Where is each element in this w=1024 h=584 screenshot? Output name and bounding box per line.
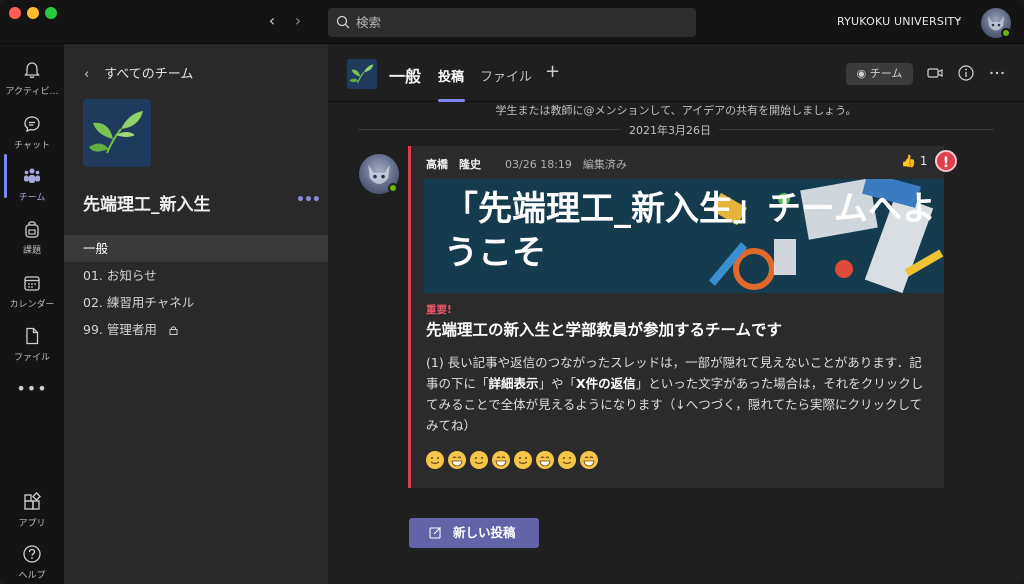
forward-arrow-icon[interactable]: › bbox=[288, 11, 308, 31]
post-author[interactable]: 高橋 隆史 bbox=[426, 156, 481, 172]
channel-label: 一般 bbox=[83, 241, 109, 256]
important-label: 重要! bbox=[426, 304, 452, 316]
channel-team-image bbox=[347, 59, 377, 89]
show-details-text: 詳細表示 bbox=[488, 376, 539, 391]
rail-label: 課題 bbox=[22, 246, 41, 256]
channel-label: 99. 管理者用 bbox=[83, 322, 157, 337]
date-label: 2021年3月26日 bbox=[621, 122, 719, 138]
presence-available-icon bbox=[388, 183, 398, 193]
rail-item-chat[interactable]: チャット bbox=[0, 106, 64, 158]
backpack-icon bbox=[25, 221, 39, 238]
search-input[interactable] bbox=[356, 8, 686, 37]
org-name[interactable]: RYUKOKU UNIVERSITY bbox=[837, 15, 961, 28]
banner-title: 「先端理工_新入生」チームへようこそ bbox=[444, 189, 936, 273]
team-button-label: チーム bbox=[869, 67, 903, 80]
team-view-button[interactable]: ◉ チーム bbox=[846, 63, 913, 85]
bell-icon bbox=[24, 62, 40, 79]
teams-window: ‹ › RYUKOKU UNIVERSITY ⌄ アクテ bbox=[0, 0, 1024, 584]
apps-icon bbox=[24, 492, 41, 510]
more-apps-icon[interactable]: ••• bbox=[0, 379, 64, 398]
team-pane: ‹ すべてのチーム 先端理工_新入生 ••• 一般 01. お知らせ 02. 練… bbox=[64, 44, 328, 584]
rail-label: アクティビ… bbox=[5, 87, 59, 97]
all-teams-label: すべてのチーム bbox=[104, 67, 194, 82]
teams-icon bbox=[24, 168, 40, 183]
rail-item-activity[interactable]: アクティビ… bbox=[0, 52, 64, 104]
tab-posts[interactable]: 投稿 bbox=[438, 66, 464, 85]
search-icon bbox=[336, 15, 350, 29]
rail-item-calendar[interactable]: カレンダー bbox=[0, 265, 64, 317]
channel-practice[interactable]: 02. 練習用チャネル bbox=[64, 289, 328, 316]
thumbs-up-icon: 👍 bbox=[901, 154, 916, 168]
chevron-down-icon[interactable]: ⌄ bbox=[955, 14, 963, 24]
chat-icon bbox=[24, 116, 40, 133]
calendar-icon bbox=[24, 276, 40, 291]
rail-label: ファイル bbox=[13, 353, 50, 363]
rail-item-apps[interactable]: アプリ bbox=[0, 484, 64, 536]
plant-leaves-icon bbox=[349, 64, 374, 84]
rail-item-assignments[interactable]: 課題 bbox=[0, 211, 64, 263]
welcome-banner-image: 「先端理工_新入生」チームへようこそ bbox=[424, 179, 944, 293]
post-body: (1) 長い記事や返信のつながったスレッドは，一部が隠れて見えないことがあります… bbox=[426, 352, 934, 436]
more-options-icon[interactable] bbox=[988, 64, 1006, 82]
app-rail: アクティビ… チャット チーム 課題 カレンダー ファイル ••• アプリ ヘル… bbox=[0, 44, 64, 584]
new-post-label: 新しい投稿 bbox=[453, 525, 516, 540]
compose-icon bbox=[429, 527, 441, 539]
important-alert-icon: ! bbox=[935, 150, 957, 172]
rail-item-help[interactable]: ヘルプ bbox=[0, 536, 64, 584]
add-tab-icon[interactable]: + bbox=[545, 61, 560, 82]
post-subject: 先端理工の新入生と学部教員が参加するチームです bbox=[426, 321, 783, 339]
channel-announcements[interactable]: 01. お知らせ bbox=[64, 262, 328, 289]
team-name: 先端理工_新入生 bbox=[83, 195, 211, 215]
channel-title: 一般 bbox=[389, 67, 422, 86]
plant-leaves-icon bbox=[89, 111, 143, 154]
rail-item-files[interactable]: ファイル bbox=[0, 318, 64, 370]
minimize-window-button[interactable] bbox=[27, 7, 39, 19]
team-image bbox=[83, 99, 151, 167]
team-more-options-icon[interactable]: ••• bbox=[296, 192, 321, 208]
post-timestamp: 03/26 18:19 編集済み bbox=[505, 158, 627, 171]
conversation-thread: 学生または教師に@メンションして、アイデアの共有を開始しましょう。 2021年3… bbox=[328, 102, 1024, 584]
smiley-emoji-icons bbox=[426, 451, 598, 469]
new-post-button[interactable]: 新しい投稿 bbox=[409, 518, 539, 548]
like-reaction[interactable]: 👍 1 bbox=[901, 154, 927, 168]
maximize-window-button[interactable] bbox=[45, 7, 57, 19]
channel-label: 02. 練習用チャネル bbox=[83, 295, 195, 310]
rail-label: チャット bbox=[14, 141, 50, 151]
rail-label: ヘルプ bbox=[18, 571, 46, 581]
rail-label: カレンダー bbox=[9, 300, 55, 310]
n-replies-text: X件の返信 bbox=[576, 376, 636, 391]
channel-admin[interactable]: 99. 管理者用 bbox=[64, 316, 328, 343]
post-card[interactable]: 高橋 隆史 03/26 18:19 編集済み 👍 1 ! 「先端理工_新入生」チ… bbox=[408, 146, 957, 488]
meet-video-icon[interactable] bbox=[926, 64, 944, 82]
file-icon bbox=[26, 327, 39, 345]
search-box[interactable] bbox=[328, 8, 696, 37]
channel-header: 一般 投稿 ファイル + ◉ チーム bbox=[328, 44, 1024, 102]
presence-available-icon bbox=[1001, 28, 1011, 38]
reaction-count: 1 bbox=[919, 154, 928, 168]
mention-hint: 学生または教師に@メンションして、アイデアの共有を開始しましょう。 bbox=[495, 104, 857, 117]
eye-icon: ◉ bbox=[856, 67, 867, 80]
info-icon[interactable] bbox=[957, 64, 975, 82]
body-text-part: 」や「 bbox=[538, 376, 577, 391]
title-bar: ‹ › RYUKOKU UNIVERSITY ⌄ bbox=[0, 0, 1024, 44]
help-icon bbox=[23, 545, 41, 563]
back-arrow-icon[interactable]: ‹ bbox=[262, 11, 282, 31]
rail-label: アプリ bbox=[18, 519, 46, 529]
channel-label: 01. お知らせ bbox=[83, 268, 157, 283]
lock-icon bbox=[169, 326, 178, 335]
rail-label: チーム bbox=[18, 193, 46, 203]
all-teams-back-link[interactable]: ‹ すべてのチーム bbox=[84, 63, 193, 82]
tab-files[interactable]: ファイル bbox=[480, 66, 532, 85]
close-window-button[interactable] bbox=[9, 7, 21, 19]
rail-item-teams[interactable]: チーム bbox=[0, 158, 64, 210]
chevron-left-icon: ‹ bbox=[84, 67, 90, 82]
emoji-row bbox=[425, 450, 605, 474]
channel-general[interactable]: 一般 bbox=[64, 235, 328, 262]
